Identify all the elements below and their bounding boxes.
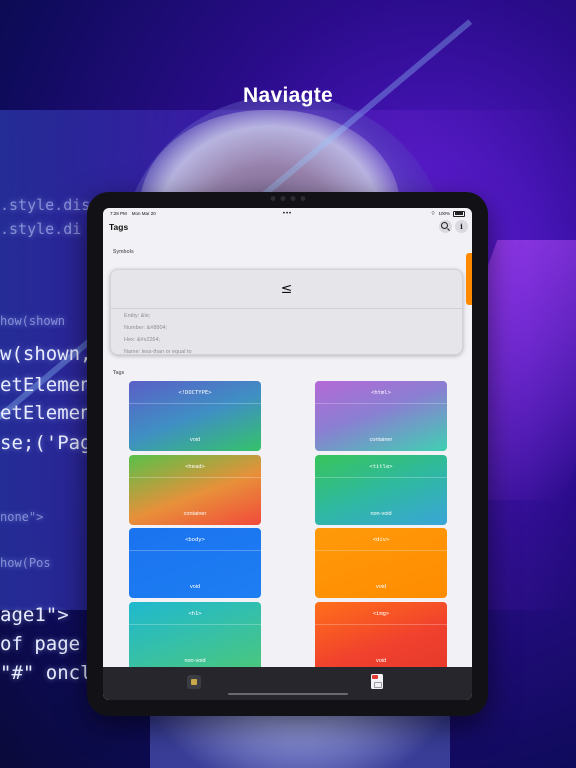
tag-card-head[interactable]: <head> container <box>129 455 261 525</box>
tablet-device-frame: 7:28 PM Mon Mar 20 ••• ⌔ 100% Tags i Sym… <box>87 192 488 716</box>
background-code-line: w(shown, <box>0 343 92 365</box>
background-code-line: of page <box>0 633 81 655</box>
tag-card-name: <title> <box>369 464 393 470</box>
html-tag-icon <box>191 679 197 685</box>
tag-card-type: non-void <box>370 511 392 517</box>
app-screen: 7:28 PM Mon Mar 20 ••• ⌔ 100% Tags i Sym… <box>103 208 472 700</box>
battery-percent: 100% <box>438 211 450 216</box>
symbol-glyph: ≤ <box>111 270 462 309</box>
info-button[interactable]: i <box>455 220 468 233</box>
background-code-line: none"> <box>0 510 44 524</box>
camera-sensors <box>270 196 305 201</box>
multitasking-dots-icon[interactable]: ••• <box>283 211 292 217</box>
background-code-line: etElemen <box>0 374 92 396</box>
status-date: Mon Mar 20 <box>131 211 156 216</box>
tag-card-type: void <box>189 584 201 590</box>
tag-card-name: <!DOCTYPE> <box>178 390 212 396</box>
tag-card-body[interactable]: <body> void <box>129 528 261 598</box>
symbol-card[interactable]: ≤ Entity: &le; Number: &#8804; Hex: &#x2… <box>110 269 463 355</box>
tag-card-div[interactable]: <div> void <box>315 528 447 598</box>
background-code-line: age1"> <box>0 604 69 626</box>
symbol-number: Number: &#8804; <box>124 325 168 331</box>
search-button[interactable] <box>439 220 452 233</box>
tag-card-h1[interactable]: <h1> non-void <box>129 602 261 672</box>
symbol-name: Name: less-than or equal to <box>124 349 192 355</box>
battery-icon <box>453 210 465 217</box>
tag-card-type: void <box>375 658 387 664</box>
tag-card-name: <html> <box>371 390 391 396</box>
symbol-entity: Entity: &le; <box>124 313 151 319</box>
tag-card-name: <body> <box>185 537 205 543</box>
tab-tags[interactable] <box>187 675 201 689</box>
html-file-icon[interactable] <box>371 674 383 689</box>
tag-card-name: <h1> <box>188 611 202 617</box>
symbols-section-label: Symbols <box>113 249 134 255</box>
symbol-hex: Hex: &#x2264; <box>124 337 161 343</box>
tag-card-type: void <box>375 584 387 590</box>
tags-section-label: Tags <box>113 370 125 376</box>
tag-card-name: <head> <box>185 464 205 470</box>
background-code-line: .style.dis <box>0 196 91 214</box>
tag-card-img[interactable]: <img> void <box>315 602 447 672</box>
symbol-side-tab <box>466 253 472 305</box>
search-icon <box>441 222 448 229</box>
status-time: 7:28 PM <box>110 211 127 216</box>
promo-title: Naviagte <box>243 84 333 107</box>
tag-card-type: non-void <box>184 658 206 664</box>
tag-card-type: container <box>183 511 207 517</box>
tag-card-title[interactable]: <title> non-void <box>315 455 447 525</box>
home-indicator[interactable] <box>227 693 348 695</box>
background-code-line: .style.di <box>0 220 82 238</box>
tab-bar <box>103 667 472 700</box>
tag-card-html[interactable]: <html> container <box>315 381 447 451</box>
wifi-icon: ⌔ <box>430 210 436 217</box>
background-code-line: "#" oncl <box>0 662 92 684</box>
page-title: Tags <box>109 222 129 232</box>
background-code-line: how(shown <box>0 314 66 328</box>
tag-card-doctype[interactable]: <!DOCTYPE> void <box>129 381 261 451</box>
tag-card-name: <div> <box>372 537 390 543</box>
tag-card-type: container <box>369 437 393 443</box>
status-bar: 7:28 PM Mon Mar 20 ••• ⌔ 100% <box>103 208 472 219</box>
tag-card-name: <img> <box>372 611 390 617</box>
background-code-line: how(Pos <box>0 556 51 570</box>
background-code-line: etElemen <box>0 402 92 424</box>
tag-card-type: void <box>189 437 201 443</box>
